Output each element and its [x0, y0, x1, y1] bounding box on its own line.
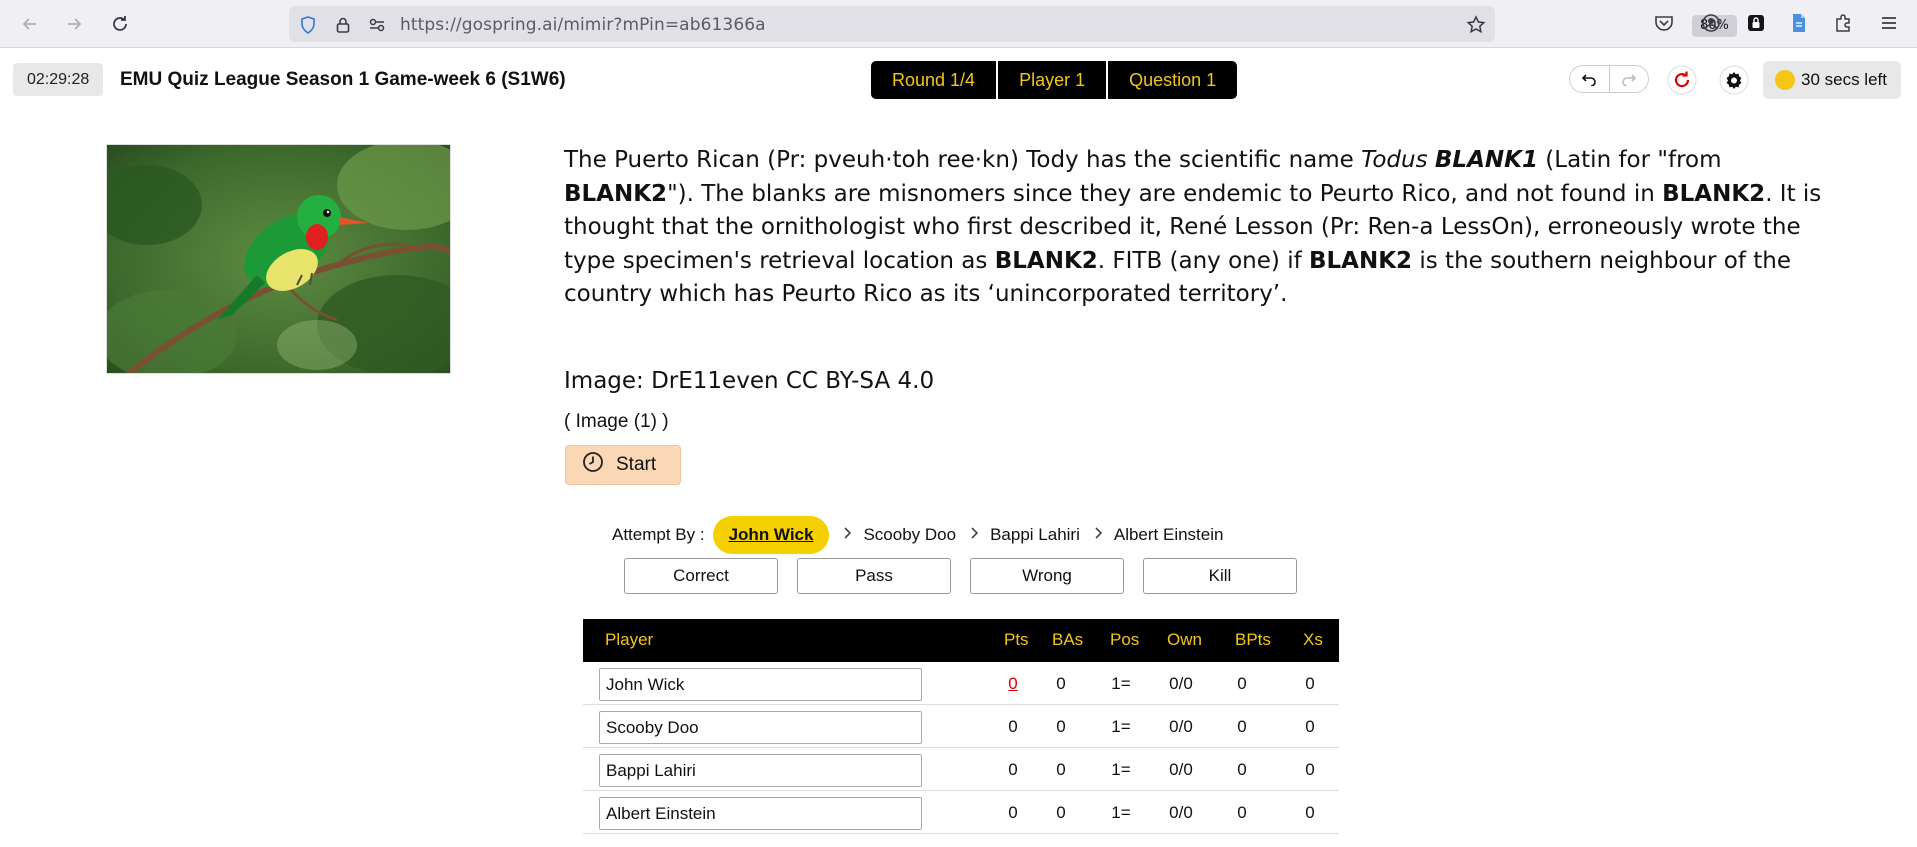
own-value: 0/0	[1169, 717, 1193, 736]
bas-value: 0	[1056, 717, 1066, 736]
reload-icon[interactable]	[106, 10, 134, 38]
score-table: Player Pts BAs Pos Own BPts Xs John Wick…	[583, 619, 1339, 834]
own-value: 0/0	[1169, 674, 1193, 693]
app-header: 02:29:28 EMU Quiz League Season 1 Game-w…	[0, 49, 1917, 111]
xs-value: 0	[1305, 760, 1315, 779]
pos-value: 1=	[1111, 803, 1131, 822]
col-pts: Pts	[1004, 630, 1029, 649]
own-value: 0/0	[1169, 760, 1193, 779]
image-count[interactable]: ( Image (1) )	[564, 411, 669, 433]
col-bas: BAs	[1052, 630, 1084, 649]
wrong-button[interactable]: Wrong	[970, 558, 1124, 594]
col-player: Player	[605, 630, 654, 649]
browser-toolbar: https://gospring.ai/mimir?mPin=ab61366a …	[0, 0, 1917, 48]
bas-value: 0	[1056, 803, 1066, 822]
pocket-icon[interactable]	[1651, 10, 1677, 36]
redo-icon[interactable]	[1610, 66, 1649, 92]
clock-icon	[582, 451, 604, 479]
bpts-value: 0	[1237, 674, 1247, 693]
player-pill[interactable]: Player 1	[998, 61, 1107, 99]
pass-button[interactable]: Pass	[797, 558, 951, 594]
shield-icon[interactable]	[298, 15, 318, 35]
col-bpts: BPts	[1235, 630, 1271, 649]
attempt-player[interactable]: Albert Einstein	[1114, 525, 1224, 545]
lock-icon[interactable]	[333, 15, 353, 35]
pos-value: 1=	[1111, 760, 1131, 779]
undo-icon[interactable]	[1570, 66, 1610, 92]
question-image[interactable]	[106, 144, 451, 374]
time-remaining-badge: 30 secs left	[1763, 61, 1901, 99]
xs-value: 0	[1305, 803, 1315, 822]
pts-value: 0	[1008, 760, 1018, 779]
chevron-right-icon	[1094, 526, 1104, 544]
forward-arrow-icon[interactable]	[60, 10, 88, 38]
table-header: Player Pts BAs Pos Own BPts Xs	[583, 619, 1339, 662]
permissions-icon[interactable]	[367, 15, 387, 35]
game-status-pills: Round 1/4 Player 1 Question 1	[871, 61, 1238, 99]
player-name-input[interactable]: Bappi Lahiri	[599, 754, 922, 787]
player-name-input[interactable]: John Wick	[599, 668, 922, 701]
player-name-input[interactable]: Albert Einstein	[599, 797, 922, 830]
attempt-label: Attempt By :	[612, 525, 705, 544]
kill-button[interactable]: Kill	[1143, 558, 1297, 594]
gear-icon[interactable]	[1718, 64, 1750, 96]
xs-value: 0	[1305, 674, 1315, 693]
attempt-order: Attempt By : John Wick Scooby Doo Bappi …	[612, 516, 1223, 554]
bas-value: 0	[1056, 674, 1066, 693]
table-row: Bappi Lahiri 0 0 1= 0/0 0 0	[583, 748, 1339, 791]
bookmark-star-icon[interactable]	[1466, 15, 1486, 35]
correct-button[interactable]: Correct	[624, 558, 778, 594]
chevron-right-icon	[970, 526, 980, 544]
chevron-right-icon	[843, 526, 853, 544]
pos-value: 1=	[1111, 717, 1131, 736]
account-icon[interactable]	[1698, 10, 1724, 36]
timer-dot-icon	[1775, 70, 1795, 90]
col-pos: Pos	[1110, 630, 1140, 649]
reset-icon[interactable]	[1666, 64, 1698, 96]
start-button[interactable]: Start	[565, 445, 681, 485]
table-row: John Wick 0 0 1= 0/0 0 0	[583, 662, 1339, 705]
question-text: The Puerto Rican (Pr: pveuh·toh ree·kn) …	[564, 147, 1822, 307]
answer-actions: Correct Pass Wrong Kill	[624, 558, 1297, 594]
pos-value: 1=	[1111, 674, 1131, 693]
pts-value-link[interactable]: 0	[1005, 674, 1021, 694]
url-bar[interactable]: https://gospring.ai/mimir?mPin=ab61366a …	[289, 6, 1737, 42]
own-value: 0/0	[1169, 803, 1193, 822]
extension-icon[interactable]	[1830, 10, 1856, 36]
menu-icon[interactable]	[1876, 10, 1902, 36]
start-label: Start	[616, 454, 657, 475]
bas-value: 0	[1056, 760, 1066, 779]
secs-left-label: 30 secs left	[1801, 70, 1887, 89]
col-xs: Xs	[1303, 630, 1323, 649]
pts-value: 0	[1008, 803, 1018, 822]
question-pill[interactable]: Question 1	[1108, 61, 1238, 99]
document-icon[interactable]	[1786, 10, 1812, 36]
game-title: EMU Quiz League Season 1 Game-week 6 (S1…	[120, 69, 566, 90]
lock-extension-icon[interactable]	[1743, 10, 1769, 36]
image-credit: Image: DrE11even CC BY-SA 4.0	[564, 368, 935, 394]
bpts-value: 0	[1237, 760, 1247, 779]
table-row: Scooby Doo 0 0 1= 0/0 0 0	[583, 705, 1339, 748]
col-own: Own	[1167, 630, 1202, 649]
game-timer: 02:29:28	[13, 63, 104, 96]
pts-value: 0	[1008, 717, 1018, 736]
url-text[interactable]: https://gospring.ai/mimir?mPin=ab61366a	[400, 15, 766, 35]
round-pill[interactable]: Round 1/4	[871, 61, 997, 99]
player-name-input[interactable]: Scooby Doo	[599, 711, 922, 744]
table-row: Albert Einstein 0 0 1= 0/0 0 0	[583, 791, 1339, 834]
xs-value: 0	[1305, 717, 1315, 736]
undo-redo-group	[1569, 65, 1649, 93]
bpts-value: 0	[1237, 803, 1247, 822]
back-arrow-icon[interactable]	[16, 10, 44, 38]
attempt-current-player[interactable]: John Wick	[712, 516, 830, 554]
attempt-player[interactable]: Bappi Lahiri	[990, 525, 1080, 545]
attempt-player[interactable]: Scooby Doo	[863, 525, 956, 545]
bpts-value: 0	[1237, 717, 1247, 736]
